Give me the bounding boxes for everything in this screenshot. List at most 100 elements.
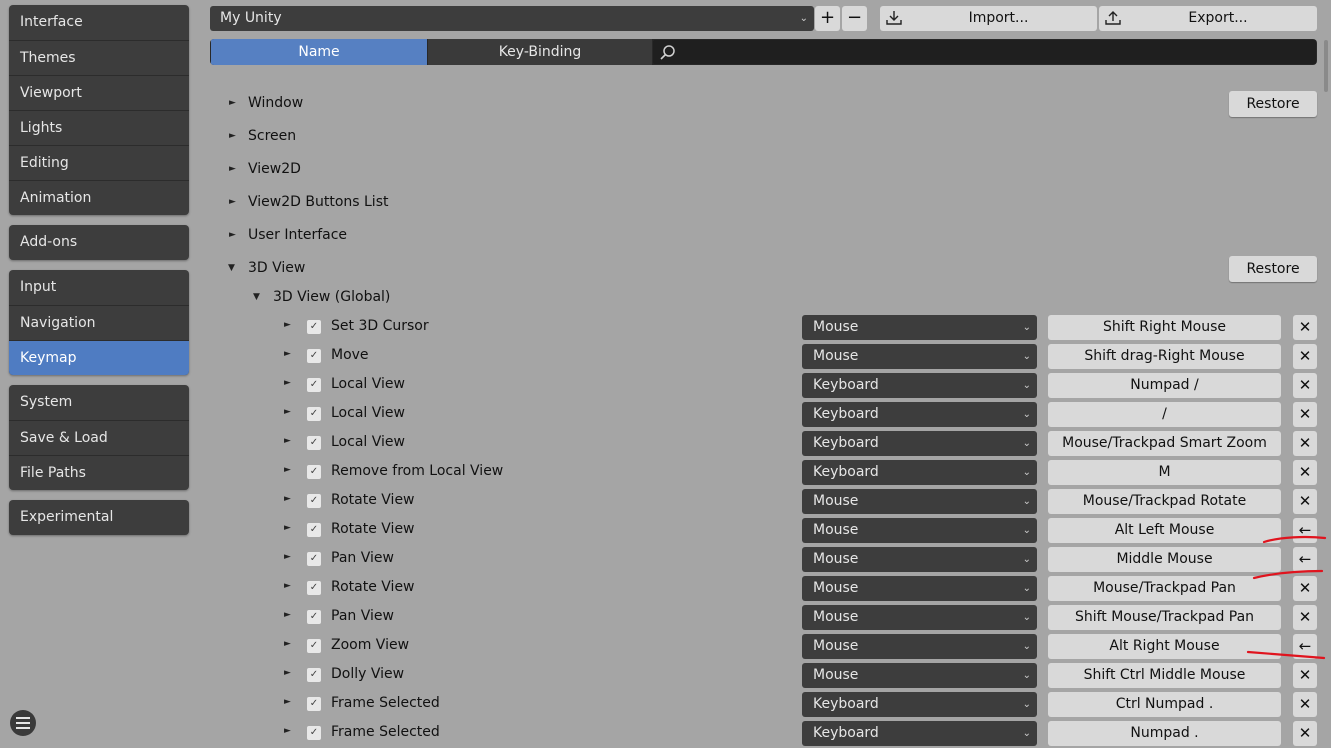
sidebar-item-lights[interactable]: Lights <box>9 110 189 145</box>
sidebar-item-editing[interactable]: Editing <box>9 145 189 180</box>
key-binding-button[interactable]: Shift drag-Right Mouse <box>1048 344 1281 369</box>
restore-item-icon[interactable]: ← <box>1293 518 1317 543</box>
key-binding-button[interactable]: Shift Ctrl Middle Mouse <box>1048 663 1281 688</box>
remove-item-icon[interactable]: ✕ <box>1293 431 1317 456</box>
collapsed-triangle-icon[interactable]: ► <box>284 726 291 736</box>
input-type-dropdown[interactable]: Mouse ⌄ <box>802 315 1037 340</box>
category-view2d[interactable]: View2D <box>248 161 301 177</box>
enabled-checkbox[interactable]: ✓ <box>307 378 321 392</box>
collapsed-triangle-icon[interactable]: ► <box>229 131 236 141</box>
key-binding-button[interactable]: Middle Mouse <box>1048 547 1281 572</box>
remove-item-icon[interactable]: ✕ <box>1293 315 1317 340</box>
key-binding-button[interactable]: Shift Right Mouse <box>1048 315 1281 340</box>
input-type-dropdown[interactable]: Mouse ⌄ <box>802 605 1037 630</box>
category-view2d-buttons-list[interactable]: View2D Buttons List <box>248 194 388 210</box>
enabled-checkbox[interactable]: ✓ <box>307 639 321 653</box>
key-binding-button[interactable]: Numpad / <box>1048 373 1281 398</box>
collapsed-triangle-icon[interactable]: ► <box>284 407 291 417</box>
sidebar-item-add-ons[interactable]: Add-ons <box>9 225 189 260</box>
restore-3d-view-button[interactable]: Restore <box>1229 256 1317 282</box>
sidebar-item-interface[interactable]: Interface <box>9 5 189 40</box>
sidebar-item-animation[interactable]: Animation <box>9 180 189 215</box>
remove-preset-button[interactable]: − <box>842 6 867 31</box>
input-type-dropdown[interactable]: Mouse ⌄ <box>802 344 1037 369</box>
sidebar-item-themes[interactable]: Themes <box>9 40 189 75</box>
enabled-checkbox[interactable]: ✓ <box>307 407 321 421</box>
collapsed-triangle-icon[interactable]: ► <box>284 436 291 446</box>
expanded-triangle-icon[interactable]: ▼ <box>253 292 260 302</box>
category-user-interface[interactable]: User Interface <box>248 227 347 243</box>
input-type-dropdown[interactable]: Keyboard ⌄ <box>802 402 1037 427</box>
collapsed-triangle-icon[interactable]: ► <box>284 494 291 504</box>
collapsed-triangle-icon[interactable]: ► <box>284 552 291 562</box>
tab-key-binding[interactable]: Key-Binding <box>428 39 652 65</box>
remove-item-icon[interactable]: ✕ <box>1293 692 1317 717</box>
enabled-checkbox[interactable]: ✓ <box>307 668 321 682</box>
input-type-dropdown[interactable]: Mouse ⌄ <box>802 663 1037 688</box>
collapsed-triangle-icon[interactable]: ► <box>229 197 236 207</box>
remove-item-icon[interactable]: ✕ <box>1293 460 1317 485</box>
remove-item-icon[interactable]: ✕ <box>1293 576 1317 601</box>
key-binding-button[interactable]: Numpad . <box>1048 721 1281 746</box>
subcategory-3d-view-global[interactable]: 3D View (Global) <box>273 289 390 305</box>
collapsed-triangle-icon[interactable]: ► <box>229 164 236 174</box>
add-preset-button[interactable]: + <box>815 6 840 31</box>
search-input[interactable] <box>653 40 1316 64</box>
input-type-dropdown[interactable]: Keyboard ⌄ <box>802 460 1037 485</box>
restore-window-button[interactable]: Restore <box>1229 91 1317 117</box>
input-type-dropdown[interactable]: Mouse ⌄ <box>802 576 1037 601</box>
remove-item-icon[interactable]: ✕ <box>1293 663 1317 688</box>
key-binding-button[interactable]: / <box>1048 402 1281 427</box>
enabled-checkbox[interactable]: ✓ <box>307 523 321 537</box>
collapsed-triangle-icon[interactable]: ► <box>284 378 291 388</box>
category-screen[interactable]: Screen <box>248 128 296 144</box>
enabled-checkbox[interactable]: ✓ <box>307 436 321 450</box>
input-type-dropdown[interactable]: Keyboard ⌄ <box>802 721 1037 746</box>
category-3d-view[interactable]: 3D View <box>248 260 305 276</box>
key-binding-button[interactable]: Shift Mouse/Trackpad Pan <box>1048 605 1281 630</box>
input-type-dropdown[interactable]: Mouse ⌄ <box>802 547 1037 572</box>
collapsed-triangle-icon[interactable]: ► <box>284 610 291 620</box>
key-binding-button[interactable]: Ctrl Numpad . <box>1048 692 1281 717</box>
expanded-triangle-icon[interactable]: ▼ <box>228 263 235 273</box>
collapsed-triangle-icon[interactable]: ► <box>284 349 291 359</box>
collapsed-triangle-icon[interactable]: ► <box>284 465 291 475</box>
sidebar-item-viewport[interactable]: Viewport <box>9 75 189 110</box>
collapsed-triangle-icon[interactable]: ► <box>284 523 291 533</box>
collapsed-triangle-icon[interactable]: ► <box>284 320 291 330</box>
scrollbar[interactable] <box>1324 40 1328 92</box>
key-binding-button[interactable]: M <box>1048 460 1281 485</box>
category-window[interactable]: Window <box>248 95 303 111</box>
restore-item-icon[interactable]: ← <box>1293 547 1317 572</box>
collapsed-triangle-icon[interactable]: ► <box>284 581 291 591</box>
remove-item-icon[interactable]: ✕ <box>1293 605 1317 630</box>
key-binding-button[interactable]: Mouse/Trackpad Rotate <box>1048 489 1281 514</box>
collapsed-triangle-icon[interactable]: ► <box>284 697 291 707</box>
collapsed-triangle-icon[interactable]: ► <box>229 230 236 240</box>
remove-item-icon[interactable]: ✕ <box>1293 402 1317 427</box>
input-type-dropdown[interactable]: Keyboard ⌄ <box>802 431 1037 456</box>
remove-item-icon[interactable]: ✕ <box>1293 721 1317 746</box>
remove-item-icon[interactable]: ✕ <box>1293 373 1317 398</box>
import-button[interactable]: Import... <box>880 6 1097 31</box>
collapsed-triangle-icon[interactable]: ► <box>284 668 291 678</box>
collapsed-triangle-icon[interactable]: ► <box>284 639 291 649</box>
key-binding-button[interactable]: Alt Right Mouse <box>1048 634 1281 659</box>
enabled-checkbox[interactable]: ✓ <box>307 552 321 566</box>
collapsed-triangle-icon[interactable]: ► <box>229 98 236 108</box>
restore-item-icon[interactable]: ← <box>1293 634 1317 659</box>
enabled-checkbox[interactable]: ✓ <box>307 581 321 595</box>
tab-name[interactable]: Name <box>211 39 427 65</box>
enabled-checkbox[interactable]: ✓ <box>307 349 321 363</box>
enabled-checkbox[interactable]: ✓ <box>307 465 321 479</box>
sidebar-item-input[interactable]: Input <box>9 270 189 305</box>
input-type-dropdown[interactable]: Mouse ⌄ <box>802 518 1037 543</box>
input-type-dropdown[interactable]: Keyboard ⌄ <box>802 692 1037 717</box>
input-type-dropdown[interactable]: Keyboard ⌄ <box>802 373 1037 398</box>
keymap-preset-dropdown[interactable]: My Unity ⌄ <box>210 6 814 31</box>
enabled-checkbox[interactable]: ✓ <box>307 697 321 711</box>
key-binding-button[interactable]: Mouse/Trackpad Smart Zoom <box>1048 431 1281 456</box>
enabled-checkbox[interactable]: ✓ <box>307 610 321 624</box>
enabled-checkbox[interactable]: ✓ <box>307 494 321 508</box>
input-type-dropdown[interactable]: Mouse ⌄ <box>802 489 1037 514</box>
